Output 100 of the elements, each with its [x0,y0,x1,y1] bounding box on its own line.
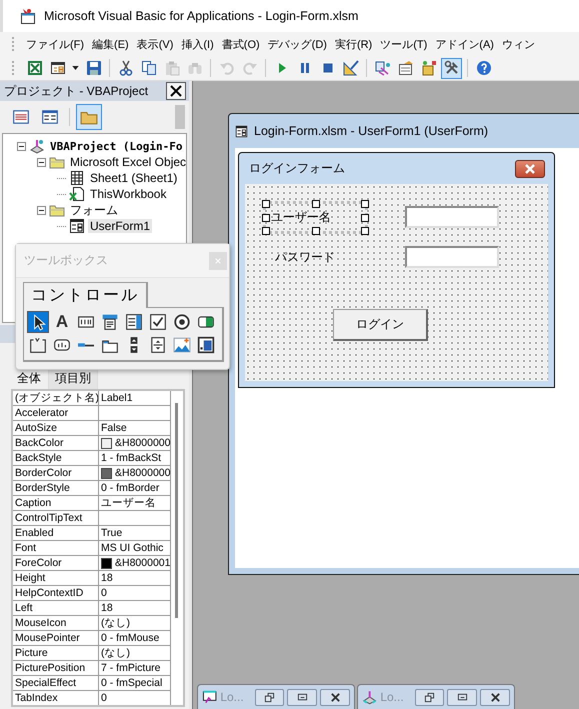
collapse-icon[interactable] [37,206,46,214]
window-title: Lo... [220,690,244,704]
close-icon [490,692,501,702]
window-title: Microsoft Visual Basic for Applications - Login-Form.xlsm [44,9,358,23]
pane-title: プロジェクト - VBAProject [4,82,148,100]
form-label[interactable]: ユーザー名 [266,209,331,226]
menu-item[interactable]: 挿入(I) [177,36,218,52]
property-value[interactable]: &H8000000 [115,466,170,480]
close-icon [215,258,221,264]
tool-button[interactable]: A [51,311,73,333]
resize-handle[interactable] [312,227,320,235]
folder-button[interactable] [76,104,102,130]
tree-item[interactable]: ThisWorkbook [88,187,168,201]
project-icon [29,138,45,154]
close-button[interactable] [515,160,545,178]
spin-button-icon [149,336,167,354]
window-title: Login-Form.xlsm - UserForm1 (UserForm) [254,124,488,138]
property-name[interactable]: MouseIcon [13,616,99,631]
refedit-icon [197,336,215,354]
properties-icon [398,60,414,76]
property-name[interactable]: Enabled [13,526,99,541]
menu-item[interactable]: 実行(R) [330,36,376,52]
menu-item[interactable]: アドイン(A) [431,36,498,52]
save-icon [86,60,102,76]
form-icon [50,60,66,76]
view-code-icon [12,108,30,126]
image-icon [173,336,191,354]
tree-item[interactable]: Microsoft Excel Objec [68,155,186,169]
restore-button[interactable] [254,688,284,706]
property-name[interactable]: AutoSize [13,421,99,436]
collapse-icon[interactable] [37,158,46,166]
property-name[interactable]: BorderColor [13,466,99,481]
form-label[interactable]: パスワード [270,248,335,266]
clipboard-icon [164,60,180,76]
module-icon [202,689,218,705]
scissors-icon [118,60,134,76]
sheet-icon [69,170,85,186]
restore-button[interactable] [414,688,444,706]
property-name[interactable]: BorderStyle [13,481,99,496]
form-icon [235,124,248,138]
checkbox-icon [149,313,167,331]
letter-icon: A [56,312,68,332]
text-field[interactable] [405,246,499,268]
close-button[interactable] [320,688,350,706]
window-title: Lo... [380,690,404,704]
undo-icon [218,60,234,76]
form-button[interactable]: ログイン [333,309,428,341]
window-title: ツールボックス [24,252,108,269]
maximize-button[interactable] [447,688,478,706]
property-name[interactable]: TabIndex [13,691,99,705]
tree-item[interactable]: フォーム [68,202,120,218]
resize-handle[interactable] [312,200,320,208]
property-name[interactable]: Font [13,541,99,556]
project-tree-icon [374,60,390,76]
property-value[interactable]: &H8000000 [115,436,170,450]
close-button[interactable] [166,82,186,100]
restore-icon [264,692,276,702]
property-name[interactable]: BackColor [13,436,99,451]
property-name[interactable]: SpecialEffect [13,676,99,691]
property-name[interactable]: Caption [13,496,99,511]
property-value[interactable]: &H8000001 [115,556,170,570]
form-icon [69,218,85,234]
menu-item[interactable]: 書式(O) [218,36,264,52]
tool-button[interactable] [195,334,217,356]
tree-item[interactable]: VBAProject (Login-Fo [48,140,184,152]
property-name[interactable]: Picture [13,646,99,661]
collapse-icon[interactable] [17,142,26,150]
tool-button[interactable] [27,311,49,333]
menu-item[interactable]: ツール(T) [376,36,432,52]
maximize-button[interactable] [287,688,318,706]
property-name[interactable]: Height [13,571,99,586]
menu-item[interactable]: デバッグ(D) [264,36,331,52]
property-name[interactable]: BackStyle [13,451,99,466]
menu-item[interactable]: ウィン [498,36,539,52]
text-field[interactable] [405,206,499,228]
menu-item[interactable]: 編集(E) [88,36,133,52]
tab[interactable]: コントロール [23,282,148,308]
listbox-icon [125,313,143,331]
property-name[interactable]: MousePointer [13,631,99,646]
restore-icon [424,692,436,702]
maximize-icon [296,692,308,702]
close-button[interactable] [480,688,510,706]
view-object-icon [41,108,59,126]
tool-button[interactable] [147,311,169,333]
tree-item[interactable]: UserForm1 [88,219,152,233]
menu-item[interactable]: 表示(V) [132,36,178,52]
menu-item[interactable]: ファイル(F) [22,36,88,52]
property-name[interactable]: ControlTipText [13,511,99,526]
tool-button[interactable] [123,311,145,333]
property-name[interactable]: PicturePosition [13,661,99,676]
property-name[interactable]: Accelerator [13,406,99,421]
redo-icon [242,60,258,76]
form-title: ログインフォーム [249,160,345,177]
selection-frame[interactable]: ユーザー名 [263,201,368,234]
tree-item[interactable]: Sheet1 (Sheet1) [88,171,180,185]
property-name[interactable]: Left [13,601,99,616]
property-name[interactable]: HelpContextID [13,586,99,601]
property-name[interactable]: (オブジェクト名) [13,391,99,406]
property-name[interactable]: ForeColor [13,556,99,571]
tools-button[interactable] [441,58,462,78]
